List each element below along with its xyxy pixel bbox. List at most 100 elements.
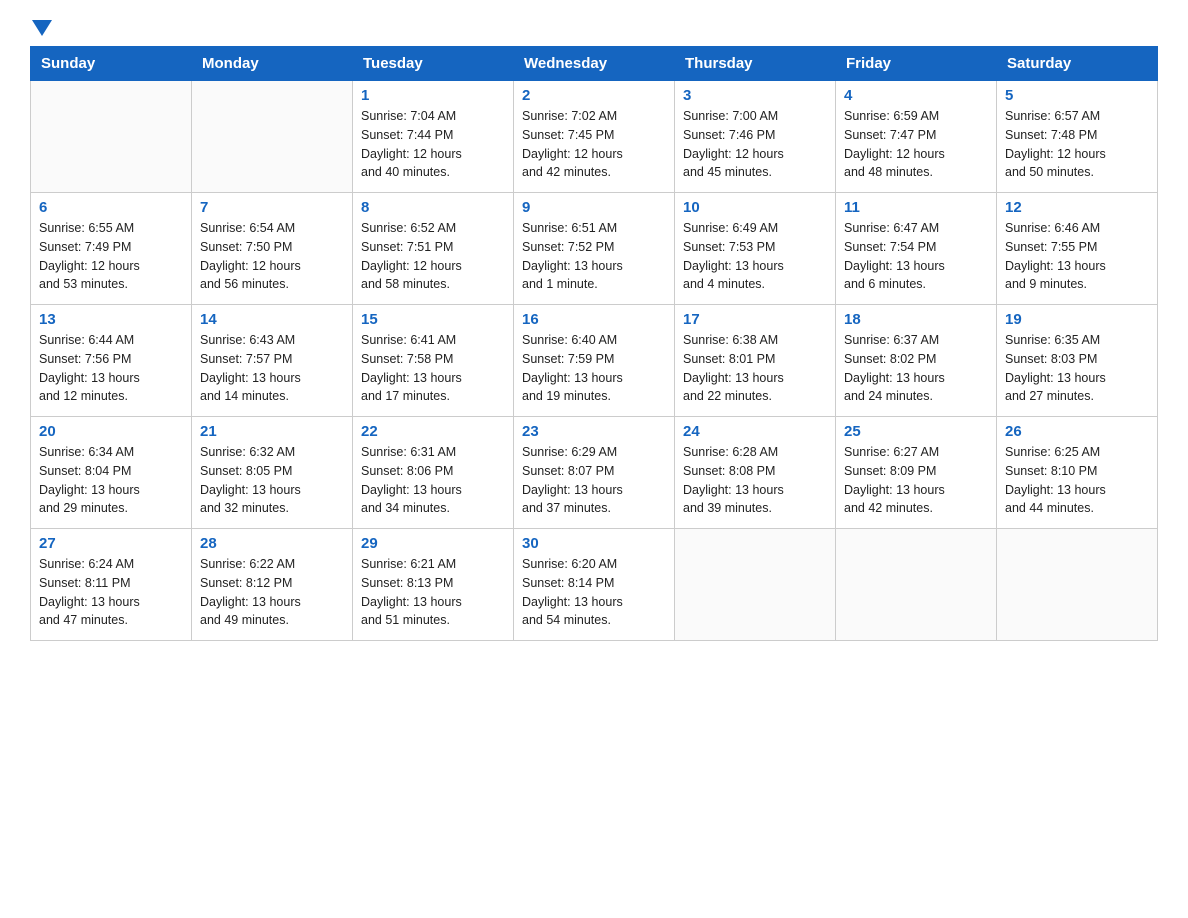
day-number: 30 (522, 535, 666, 552)
logo-triangle-icon (32, 20, 52, 36)
calendar-table: SundayMondayTuesdayWednesdayThursdayFrid… (30, 46, 1158, 641)
calendar-day: 30 Sunrise: 6:20 AM Sunset: 8:14 PM Dayli… (514, 529, 675, 641)
day-info: Sunrise: 6:24 AM Sunset: 8:11 PM Dayligh… (39, 555, 183, 630)
day-header-monday: Monday (192, 47, 353, 81)
calendar-header: SundayMondayTuesdayWednesdayThursdayFrid… (31, 47, 1158, 81)
day-number: 13 (39, 311, 183, 328)
day-number: 5 (1005, 87, 1149, 104)
day-info: Sunrise: 6:35 AM Sunset: 8:03 PM Dayligh… (1005, 331, 1149, 406)
calendar-week-3: 13 Sunrise: 6:44 AM Sunset: 7:56 PM Dayli… (31, 305, 1158, 417)
day-number: 10 (683, 199, 827, 216)
day-number: 19 (1005, 311, 1149, 328)
day-info: Sunrise: 6:38 AM Sunset: 8:01 PM Dayligh… (683, 331, 827, 406)
day-number: 1 (361, 87, 505, 104)
day-info: Sunrise: 6:46 AM Sunset: 7:55 PM Dayligh… (1005, 219, 1149, 294)
calendar-day: 15 Sunrise: 6:41 AM Sunset: 7:58 PM Dayli… (353, 305, 514, 417)
day-header-tuesday: Tuesday (353, 47, 514, 81)
day-number: 20 (39, 423, 183, 440)
day-info: Sunrise: 6:31 AM Sunset: 8:06 PM Dayligh… (361, 443, 505, 518)
calendar-day: 5 Sunrise: 6:57 AM Sunset: 7:48 PM Daylig… (997, 81, 1158, 193)
calendar-day: 29 Sunrise: 6:21 AM Sunset: 8:13 PM Dayli… (353, 529, 514, 641)
day-info: Sunrise: 6:49 AM Sunset: 7:53 PM Dayligh… (683, 219, 827, 294)
day-header-saturday: Saturday (997, 47, 1158, 81)
day-number: 21 (200, 423, 344, 440)
day-number: 8 (361, 199, 505, 216)
calendar-day: 21 Sunrise: 6:32 AM Sunset: 8:05 PM Dayli… (192, 417, 353, 529)
day-number: 6 (39, 199, 183, 216)
day-info: Sunrise: 6:44 AM Sunset: 7:56 PM Dayligh… (39, 331, 183, 406)
page-header (30, 20, 1158, 36)
calendar-day (836, 529, 997, 641)
day-info: Sunrise: 6:25 AM Sunset: 8:10 PM Dayligh… (1005, 443, 1149, 518)
calendar-day: 3Sunrise: 7:00 AM Sunset: 7:46 PM Daylig… (675, 81, 836, 193)
calendar-day: 28Sunrise: 6:22 AM Sunset: 8:12 PM Dayli… (192, 529, 353, 641)
calendar-day: 12 Sunrise: 6:46 AM Sunset: 7:55 PM Dayli… (997, 193, 1158, 305)
day-info: Sunrise: 7:02 AM Sunset: 7:45 PM Dayligh… (522, 107, 666, 182)
calendar-week-5: 27 Sunrise: 6:24 AM Sunset: 8:11 PM Dayli… (31, 529, 1158, 641)
calendar-day (675, 529, 836, 641)
calendar-day: 11 Sunrise: 6:47 AM Sunset: 7:54 PM Dayli… (836, 193, 997, 305)
day-number: 25 (844, 423, 988, 440)
calendar-day: 1 Sunrise: 7:04 AM Sunset: 7:44 PM Daylig… (353, 81, 514, 193)
day-info: Sunrise: 6:21 AM Sunset: 8:13 PM Dayligh… (361, 555, 505, 630)
day-number: 7 (200, 199, 344, 216)
day-info: Sunrise: 6:52 AM Sunset: 7:51 PM Dayligh… (361, 219, 505, 294)
day-info: Sunrise: 6:47 AM Sunset: 7:54 PM Dayligh… (844, 219, 988, 294)
day-number: 18 (844, 311, 988, 328)
calendar-week-1: 1 Sunrise: 7:04 AM Sunset: 7:44 PM Daylig… (31, 81, 1158, 193)
calendar-day: 16Sunrise: 6:40 AM Sunset: 7:59 PM Dayli… (514, 305, 675, 417)
day-number: 14 (200, 311, 344, 328)
day-number: 26 (1005, 423, 1149, 440)
calendar-day: 22 Sunrise: 6:31 AM Sunset: 8:06 PM Dayli… (353, 417, 514, 529)
calendar-day: 25 Sunrise: 6:27 AM Sunset: 8:09 PM Dayli… (836, 417, 997, 529)
calendar-day: 20 Sunrise: 6:34 AM Sunset: 8:04 PM Dayli… (31, 417, 192, 529)
calendar-day: 10 Sunrise: 6:49 AM Sunset: 7:53 PM Dayli… (675, 193, 836, 305)
calendar-day: 24Sunrise: 6:28 AM Sunset: 8:08 PM Dayli… (675, 417, 836, 529)
calendar-day: 6 Sunrise: 6:55 AM Sunset: 7:49 PM Daylig… (31, 193, 192, 305)
day-info: Sunrise: 6:54 AM Sunset: 7:50 PM Dayligh… (200, 219, 344, 294)
day-info: Sunrise: 6:51 AM Sunset: 7:52 PM Dayligh… (522, 219, 666, 294)
calendar-week-4: 20 Sunrise: 6:34 AM Sunset: 8:04 PM Dayli… (31, 417, 1158, 529)
day-header-friday: Friday (836, 47, 997, 81)
calendar-day: 4Sunrise: 6:59 AM Sunset: 7:47 PM Daylig… (836, 81, 997, 193)
day-number: 2 (522, 87, 666, 104)
calendar-day: 2 Sunrise: 7:02 AM Sunset: 7:45 PM Daylig… (514, 81, 675, 193)
day-number: 22 (361, 423, 505, 440)
day-header-thursday: Thursday (675, 47, 836, 81)
day-info: Sunrise: 6:32 AM Sunset: 8:05 PM Dayligh… (200, 443, 344, 518)
day-info: Sunrise: 7:00 AM Sunset: 7:46 PM Dayligh… (683, 107, 827, 182)
calendar-day: 27 Sunrise: 6:24 AM Sunset: 8:11 PM Dayli… (31, 529, 192, 641)
calendar-day (31, 81, 192, 193)
calendar-day: 19 Sunrise: 6:35 AM Sunset: 8:03 PM Dayli… (997, 305, 1158, 417)
calendar-day: 23 Sunrise: 6:29 AM Sunset: 8:07 PM Dayli… (514, 417, 675, 529)
day-info: Sunrise: 6:27 AM Sunset: 8:09 PM Dayligh… (844, 443, 988, 518)
day-number: 27 (39, 535, 183, 552)
day-info: Sunrise: 6:34 AM Sunset: 8:04 PM Dayligh… (39, 443, 183, 518)
day-info: Sunrise: 6:20 AM Sunset: 8:14 PM Dayligh… (522, 555, 666, 630)
day-header-sunday: Sunday (31, 47, 192, 81)
day-number: 29 (361, 535, 505, 552)
day-info: Sunrise: 6:59 AM Sunset: 7:47 PM Dayligh… (844, 107, 988, 182)
day-info: Sunrise: 6:37 AM Sunset: 8:02 PM Dayligh… (844, 331, 988, 406)
day-number: 9 (522, 199, 666, 216)
day-info: Sunrise: 6:43 AM Sunset: 7:57 PM Dayligh… (200, 331, 344, 406)
day-number: 24 (683, 423, 827, 440)
logo (30, 20, 52, 36)
day-header-wednesday: Wednesday (514, 47, 675, 81)
calendar-week-2: 6 Sunrise: 6:55 AM Sunset: 7:49 PM Daylig… (31, 193, 1158, 305)
calendar-day: 26 Sunrise: 6:25 AM Sunset: 8:10 PM Dayli… (997, 417, 1158, 529)
day-info: Sunrise: 6:55 AM Sunset: 7:49 PM Dayligh… (39, 219, 183, 294)
day-number: 15 (361, 311, 505, 328)
calendar-day: 7 Sunrise: 6:54 AM Sunset: 7:50 PM Daylig… (192, 193, 353, 305)
day-info: Sunrise: 7:04 AM Sunset: 7:44 PM Dayligh… (361, 107, 505, 182)
day-info: Sunrise: 6:41 AM Sunset: 7:58 PM Dayligh… (361, 331, 505, 406)
calendar-day: 13 Sunrise: 6:44 AM Sunset: 7:56 PM Dayli… (31, 305, 192, 417)
day-number: 23 (522, 423, 666, 440)
day-number: 12 (1005, 199, 1149, 216)
calendar-day (997, 529, 1158, 641)
day-number: 11 (844, 199, 988, 216)
day-info: Sunrise: 6:29 AM Sunset: 8:07 PM Dayligh… (522, 443, 666, 518)
day-info: Sunrise: 6:57 AM Sunset: 7:48 PM Dayligh… (1005, 107, 1149, 182)
day-number: 28 (200, 535, 344, 552)
calendar-day (192, 81, 353, 193)
